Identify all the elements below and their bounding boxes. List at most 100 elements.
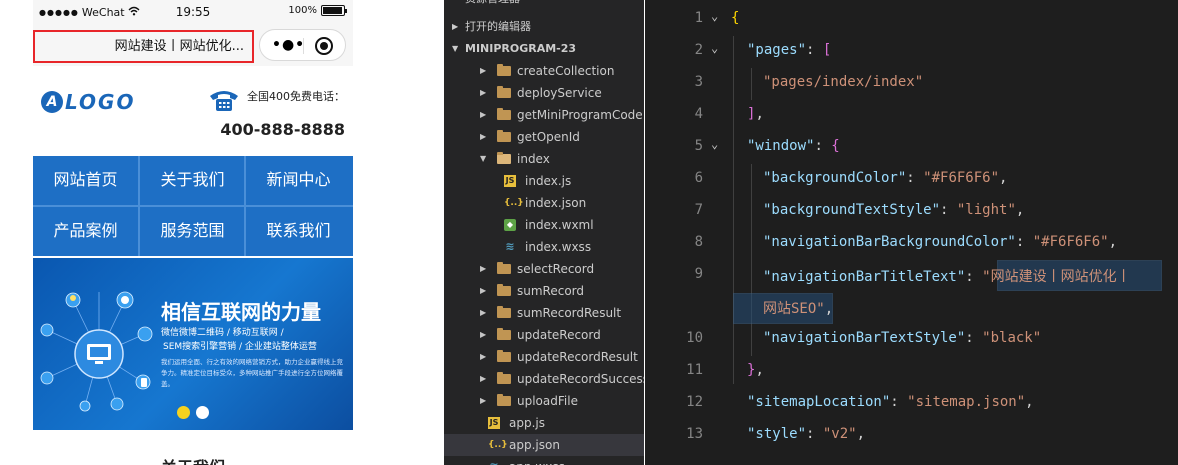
battery-area: 100% — [288, 5, 347, 16]
tree-item-label: index.js — [525, 174, 572, 188]
tree-item-label: index.wxml — [525, 218, 594, 232]
wxml-file-icon: ◆ — [504, 219, 516, 231]
network-illustration — [40, 291, 153, 412]
tree-folder[interactable]: ▶ deployService — [444, 82, 644, 104]
logo-text: LOGO — [65, 90, 136, 114]
tree-item-label: selectRecord — [517, 262, 595, 276]
nav-title: 网站建设丨网站优化... — [33, 30, 254, 63]
menu-capsule[interactable]: •●• — [259, 29, 346, 61]
hotline-number[interactable]: 400-888-8888 — [203, 120, 345, 139]
wxss-file-icon: ≋ — [505, 240, 515, 253]
code-line: "navigationBarTextStyle": "black" — [763, 330, 1042, 346]
line-number: 5 — [694, 138, 703, 154]
line-number: 7 — [694, 202, 703, 218]
menu-item-cases[interactable]: 产品案例 — [33, 207, 138, 255]
tree-folder[interactable]: ▶ selectRecord — [444, 258, 644, 280]
hero-banner[interactable]: 相信互联网的力量 微信微博二维码 / 移动互联网 / SEM搜索引擎营销 / 企… — [33, 258, 353, 430]
site-menu: 网站首页 关于我们 新闻中心 产品案例 服务范围 联系我们 — [33, 156, 353, 256]
line-number: 2 — [694, 42, 703, 58]
carousel-dot-active[interactable] — [177, 406, 190, 419]
code-line-wrapped: 网站SEO", — [763, 301, 834, 317]
menu-item-about[interactable]: 关于我们 — [140, 156, 245, 204]
tree-file[interactable]: ≋ app.wxss — [444, 456, 644, 465]
phone-simulator: ●●●●● WeChat 19:55 100% 网站建设丨网站优化... •●• — [33, 0, 353, 465]
line-number: 3 — [694, 74, 703, 90]
menu-divider — [244, 156, 246, 256]
code-line: "sitemapLocation": "sitemap.json", — [747, 394, 1034, 410]
folder-icon — [497, 350, 511, 362]
section-title: 关于我们 — [33, 454, 353, 465]
folder-icon — [497, 372, 511, 384]
site-logo[interactable]: A LOGO — [41, 90, 135, 114]
open-editors-section[interactable]: ▶ 打开的编辑器 — [444, 16, 644, 38]
code-line: }, — [747, 362, 764, 378]
menu-item-services[interactable]: 服务范围 — [140, 207, 245, 255]
tree-item-label: index — [517, 152, 550, 166]
tree-item-label: app.json — [509, 438, 560, 452]
battery-icon — [321, 5, 347, 16]
more-icon[interactable]: •●• — [272, 37, 305, 53]
tree-folder[interactable]: ▶ sumRecord — [444, 280, 644, 302]
tree-folder[interactable]: ▶ sumRecordResult — [444, 302, 644, 324]
tree-folder[interactable]: ▶ updateRecordResult — [444, 346, 644, 368]
code-line: { — [731, 10, 740, 26]
fold-chevron-icon[interactable]: ⌄ — [711, 41, 718, 55]
code-line: "backgroundTextStyle": "light", — [763, 202, 1025, 218]
tree-folder[interactable]: ▼ index — [444, 148, 644, 170]
close-miniprogram-icon[interactable] — [315, 37, 333, 55]
folder-icon — [497, 64, 511, 76]
menu-item-news[interactable]: 新闻中心 — [246, 156, 351, 204]
chevron-right-icon: ▶ — [480, 286, 487, 295]
tree-file[interactable]: {..} app.json — [444, 434, 644, 456]
chevron-right-icon: ▶ — [480, 396, 487, 405]
indent-guide — [733, 36, 734, 384]
fold-chevron-icon[interactable]: ⌄ — [711, 137, 718, 151]
tree-file[interactable]: ≋ index.wxss — [444, 236, 644, 258]
battery-percent: 100% — [288, 5, 317, 16]
tree-item-label: updateRecordSuccess — [517, 372, 644, 386]
indent-guide — [751, 68, 752, 100]
line-number: 1 — [694, 10, 703, 26]
line-number: 9 — [694, 266, 703, 282]
chevron-right-icon: ▶ — [480, 66, 487, 75]
tree-folder[interactable]: ▶ getOpenId — [444, 126, 644, 148]
tree-item-label: deployService — [517, 86, 602, 100]
code-line: "pages": [ — [747, 42, 832, 58]
menu-item-contact[interactable]: 联系我们 — [246, 207, 351, 255]
project-label: MINIPROGRAM-23 — [465, 42, 577, 55]
line-number: 4 — [694, 106, 703, 122]
tree-folder[interactable]: ▶ updateRecord — [444, 324, 644, 346]
tree-file[interactable]: JS index.js — [444, 170, 644, 192]
folder-icon — [497, 328, 511, 340]
tree-item-label: getMiniProgramCode — [517, 108, 643, 122]
menu-divider — [138, 156, 140, 256]
line-number: 8 — [694, 234, 703, 250]
code-editor[interactable]: 1 2 3 4 5 6 7 8 9 10 11 12 13 ⌄ ⌄ ⌄ { "pages": [ "pa… — [645, 0, 1178, 465]
menu-item-home[interactable]: 网站首页 — [33, 156, 138, 204]
line-number: 11 — [686, 362, 703, 378]
project-section[interactable]: ▼ MINIPROGRAM-23 — [444, 38, 644, 60]
tree-file[interactable]: JS app.js — [444, 412, 644, 434]
tree-folder[interactable]: ▶ createCollection — [444, 60, 644, 82]
file-explorer: 资源管理器 ▶ 打开的编辑器 ▼ MINIPROGRAM-23 ▶ createC… — [444, 0, 644, 465]
tree-item-label: app.wxss — [509, 456, 565, 465]
folder-icon — [497, 86, 511, 98]
chevron-right-icon: ▶ — [480, 88, 487, 97]
open-editors-label: 打开的编辑器 — [465, 20, 531, 33]
tree-file[interactable]: {..} index.json — [444, 192, 644, 214]
tree-item-label: sumRecordResult — [517, 306, 622, 320]
chevron-right-icon: ▶ — [480, 374, 487, 383]
chevron-right-icon: ▶ — [480, 110, 487, 119]
fold-chevron-icon[interactable]: ⌄ — [711, 9, 718, 23]
tree-file[interactable]: ◆ index.wxml — [444, 214, 644, 236]
chevron-right-icon: ▶ — [480, 132, 487, 141]
banner-subtitle: 微信微博二维码 / 移动互联网 / — [161, 328, 284, 338]
tree-item-label: getOpenId — [517, 130, 580, 144]
status-bar: ●●●●● WeChat 19:55 100% — [33, 0, 353, 26]
line-number: 12 — [686, 394, 703, 410]
chevron-right-icon: ▶ — [480, 330, 487, 339]
tree-folder[interactable]: ▶ updateRecordSuccess — [444, 368, 644, 390]
tree-folder[interactable]: ▶ uploadFile — [444, 390, 644, 412]
tree-folder[interactable]: ▶ getMiniProgramCode — [444, 104, 644, 126]
carousel-dot[interactable] — [196, 406, 209, 419]
